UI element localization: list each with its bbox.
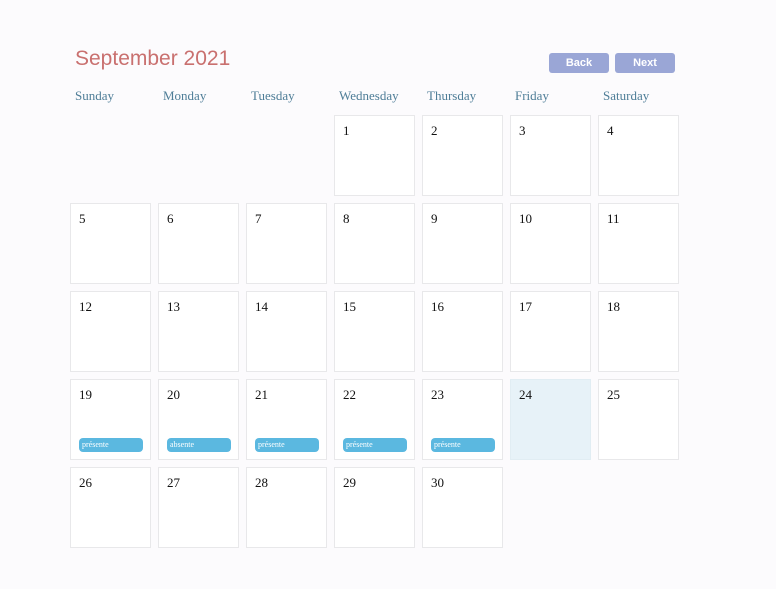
day-cell-3[interactable]: 3 xyxy=(510,115,591,196)
day-number: 17 xyxy=(519,299,532,314)
weekday-header-thursday: Thursday xyxy=(427,88,477,103)
weekday-header-friday: Friday xyxy=(515,88,549,103)
day-cell-21[interactable]: 21 présente xyxy=(246,379,327,460)
attendance-event[interactable]: présente xyxy=(79,438,143,452)
day-cell-19[interactable]: 19 présente xyxy=(70,379,151,460)
day-number: 16 xyxy=(431,299,444,314)
day-cell-16[interactable]: 16 xyxy=(422,291,503,372)
weekday-header-saturday: Saturday xyxy=(603,88,650,103)
day-cell-12[interactable]: 12 xyxy=(70,291,151,372)
day-number: 19 xyxy=(79,387,92,402)
day-number: 9 xyxy=(431,211,438,226)
day-cell-10[interactable]: 10 xyxy=(510,203,591,284)
day-number: 6 xyxy=(167,211,174,226)
day-number: 13 xyxy=(167,299,180,314)
day-cell-4[interactable]: 4 xyxy=(598,115,679,196)
day-cell-26[interactable]: 26 xyxy=(70,467,151,548)
day-cell-15[interactable]: 15 xyxy=(334,291,415,372)
day-number: 27 xyxy=(167,475,180,490)
attendance-event[interactable]: présente xyxy=(431,438,495,452)
weekday-header-wednesday: Wednesday xyxy=(339,88,399,103)
day-cell-8[interactable]: 8 xyxy=(334,203,415,284)
day-cell-27[interactable]: 27 xyxy=(158,467,239,548)
day-cell-29[interactable]: 29 xyxy=(334,467,415,548)
day-number: 20 xyxy=(167,387,180,402)
day-number: 10 xyxy=(519,211,532,226)
day-cell-30[interactable]: 30 xyxy=(422,467,503,548)
day-number: 15 xyxy=(343,299,356,314)
day-number: 18 xyxy=(607,299,620,314)
attendance-event[interactable]: présente xyxy=(255,438,319,452)
back-button[interactable]: Back xyxy=(549,53,609,73)
day-cell-20[interactable]: 20 absente xyxy=(158,379,239,460)
next-button[interactable]: Next xyxy=(615,53,675,73)
attendance-event[interactable]: absente xyxy=(167,438,231,452)
day-cell-11[interactable]: 11 xyxy=(598,203,679,284)
day-cell-13[interactable]: 13 xyxy=(158,291,239,372)
day-cell-1[interactable]: 1 xyxy=(334,115,415,196)
day-number: 5 xyxy=(79,211,86,226)
day-number: 23 xyxy=(431,387,444,402)
day-cell-5[interactable]: 5 xyxy=(70,203,151,284)
day-number: 3 xyxy=(519,123,526,138)
weekday-header-monday: Monday xyxy=(163,88,207,103)
day-cell-23[interactable]: 23 présente xyxy=(422,379,503,460)
day-number: 22 xyxy=(343,387,356,402)
day-number: 8 xyxy=(343,211,350,226)
day-number: 1 xyxy=(343,123,350,138)
day-cell-14[interactable]: 14 xyxy=(246,291,327,372)
day-number: 7 xyxy=(255,211,262,226)
day-cell-22[interactable]: 22 présente xyxy=(334,379,415,460)
day-number: 30 xyxy=(431,475,444,490)
day-number: 24 xyxy=(519,387,532,402)
day-number: 26 xyxy=(79,475,92,490)
day-cell-9[interactable]: 9 xyxy=(422,203,503,284)
day-number: 29 xyxy=(343,475,356,490)
day-cell-2[interactable]: 2 xyxy=(422,115,503,196)
day-cell-18[interactable]: 18 xyxy=(598,291,679,372)
day-cell-7[interactable]: 7 xyxy=(246,203,327,284)
day-number: 28 xyxy=(255,475,268,490)
day-cell-17[interactable]: 17 xyxy=(510,291,591,372)
day-number: 4 xyxy=(607,123,614,138)
day-cell-6[interactable]: 6 xyxy=(158,203,239,284)
weekday-header-sunday: Sunday xyxy=(75,88,114,103)
day-cell-24[interactable]: 24 xyxy=(510,379,591,460)
attendance-event[interactable]: présente xyxy=(343,438,407,452)
weekday-header-tuesday: Tuesday xyxy=(251,88,295,103)
day-number: 14 xyxy=(255,299,268,314)
day-number: 25 xyxy=(607,387,620,402)
day-number: 2 xyxy=(431,123,438,138)
day-number: 12 xyxy=(79,299,92,314)
day-number: 11 xyxy=(607,211,620,226)
page-title: September 2021 xyxy=(75,47,231,70)
day-number: 21 xyxy=(255,387,268,402)
day-cell-28[interactable]: 28 xyxy=(246,467,327,548)
day-cell-25[interactable]: 25 xyxy=(598,379,679,460)
